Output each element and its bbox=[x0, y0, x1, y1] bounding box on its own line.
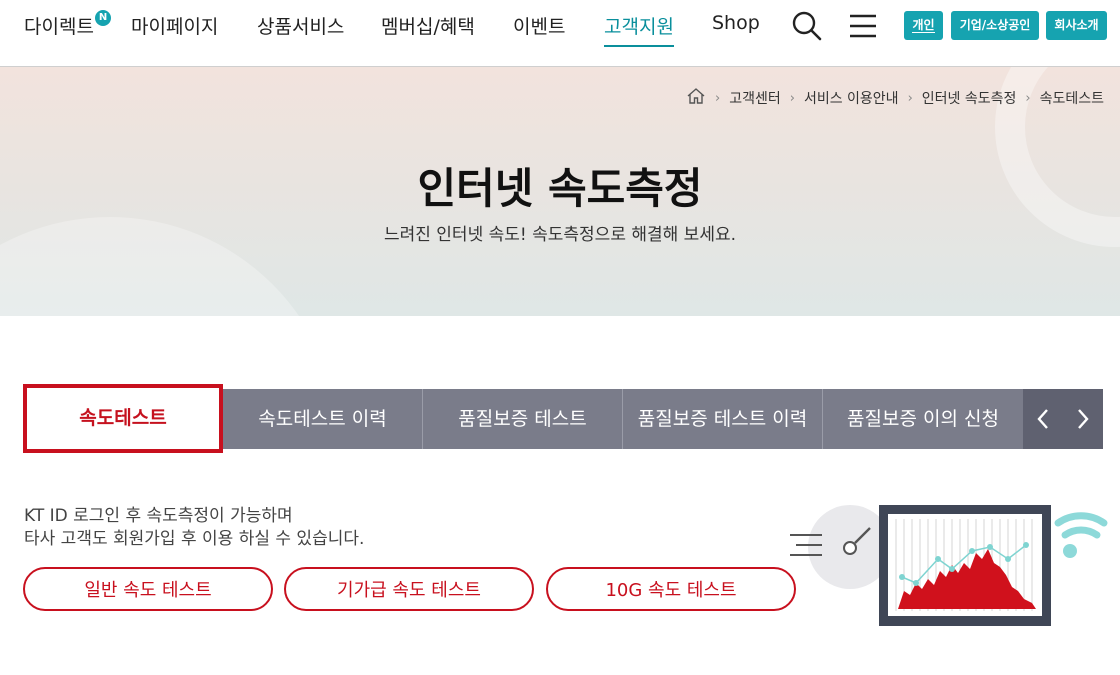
speed-monitor-illustration bbox=[780, 495, 1120, 635]
10g-speed-test-button[interactable]: 10G 속도 테스트 bbox=[546, 567, 796, 611]
tab-quality-objection[interactable]: 품질보증 이의 신청 bbox=[823, 389, 1023, 449]
giga-speed-test-button[interactable]: 기가급 속도 테스트 bbox=[284, 567, 534, 611]
company-intro-button[interactable]: 회사소개 bbox=[1046, 11, 1107, 40]
chevron-left-icon[interactable] bbox=[1023, 389, 1063, 449]
home-icon[interactable] bbox=[686, 87, 706, 109]
chevron-right-icon[interactable] bbox=[1063, 389, 1103, 449]
search-icon[interactable] bbox=[790, 9, 824, 43]
tab-quality-test-history[interactable]: 품질보증 테스트 이력 bbox=[623, 389, 823, 449]
page-subtitle: 느려진 인터넷 속도! 속도측정으로 해결해 보세요. bbox=[383, 225, 737, 245]
nav-shop[interactable]: Shop bbox=[712, 12, 760, 34]
nav-customer-support[interactable]: 고객지원 bbox=[604, 12, 674, 47]
breadcrumb-separator: › bbox=[789, 90, 795, 106]
nav-events[interactable]: 이벤트 bbox=[513, 12, 565, 39]
new-badge: N bbox=[95, 10, 111, 26]
tab-bar: 속도테스트 이력 품질보증 테스트 품질보증 테스트 이력 품질보증 이의 신청… bbox=[23, 384, 1103, 453]
nav-mypage[interactable]: 마이페이지 bbox=[131, 12, 218, 39]
tab-speed-test[interactable]: 속도테스트 bbox=[23, 384, 223, 453]
page-title: 인터넷 속도측정 bbox=[417, 164, 703, 213]
business-button[interactable]: 기업/소상공인 bbox=[951, 11, 1039, 40]
nav-products[interactable]: 상품서비스 bbox=[257, 12, 344, 39]
description-line: KT ID 로그인 후 속도측정이 가능하며 bbox=[24, 506, 293, 526]
logo-direct[interactable]: 다이렉트 bbox=[24, 12, 94, 39]
breadcrumb: › 고객센터 › 서비스 이용안내 › 인터넷 속도측정 › 속도테스트 bbox=[686, 87, 1104, 109]
hamburger-menu-icon[interactable] bbox=[846, 9, 880, 43]
standard-speed-test-button[interactable]: 일반 속도 테스트 bbox=[23, 567, 273, 611]
speed-test-description: KT ID 로그인 후 속도측정이 가능하며 타사 고객도 회원가입 후 이용 … bbox=[24, 505, 364, 551]
breadcrumb-current: 속도테스트 bbox=[1039, 91, 1104, 107]
description-line: 타사 고객도 회원가입 후 이용 하실 수 있습니다. bbox=[24, 529, 365, 549]
hero-banner: › 고객센터 › 서비스 이용안내 › 인터넷 속도측정 › 속도테스트 인터넷… bbox=[0, 67, 1120, 316]
nav-membership[interactable]: 멤버십/혜택 bbox=[381, 12, 475, 39]
breadcrumb-separator: › bbox=[715, 90, 721, 106]
breadcrumb-item[interactable]: 서비스 이용안내 bbox=[804, 88, 899, 108]
breadcrumb-separator: › bbox=[1025, 90, 1031, 106]
personal-button[interactable]: 개인 bbox=[904, 11, 943, 40]
breadcrumb-item[interactable]: 고객센터 bbox=[729, 88, 781, 108]
tab-speed-test-history[interactable]: 속도테스트 이력 bbox=[223, 389, 423, 449]
breadcrumb-separator: › bbox=[907, 90, 913, 106]
breadcrumb-item[interactable]: 인터넷 속도측정 bbox=[922, 88, 1017, 108]
global-nav-bar: 다이렉트 N 마이페이지 상품서비스 멤버십/혜택 이벤트 고객지원 Shop … bbox=[0, 0, 1120, 67]
tab-quality-test[interactable]: 품질보증 테스트 bbox=[423, 389, 623, 449]
